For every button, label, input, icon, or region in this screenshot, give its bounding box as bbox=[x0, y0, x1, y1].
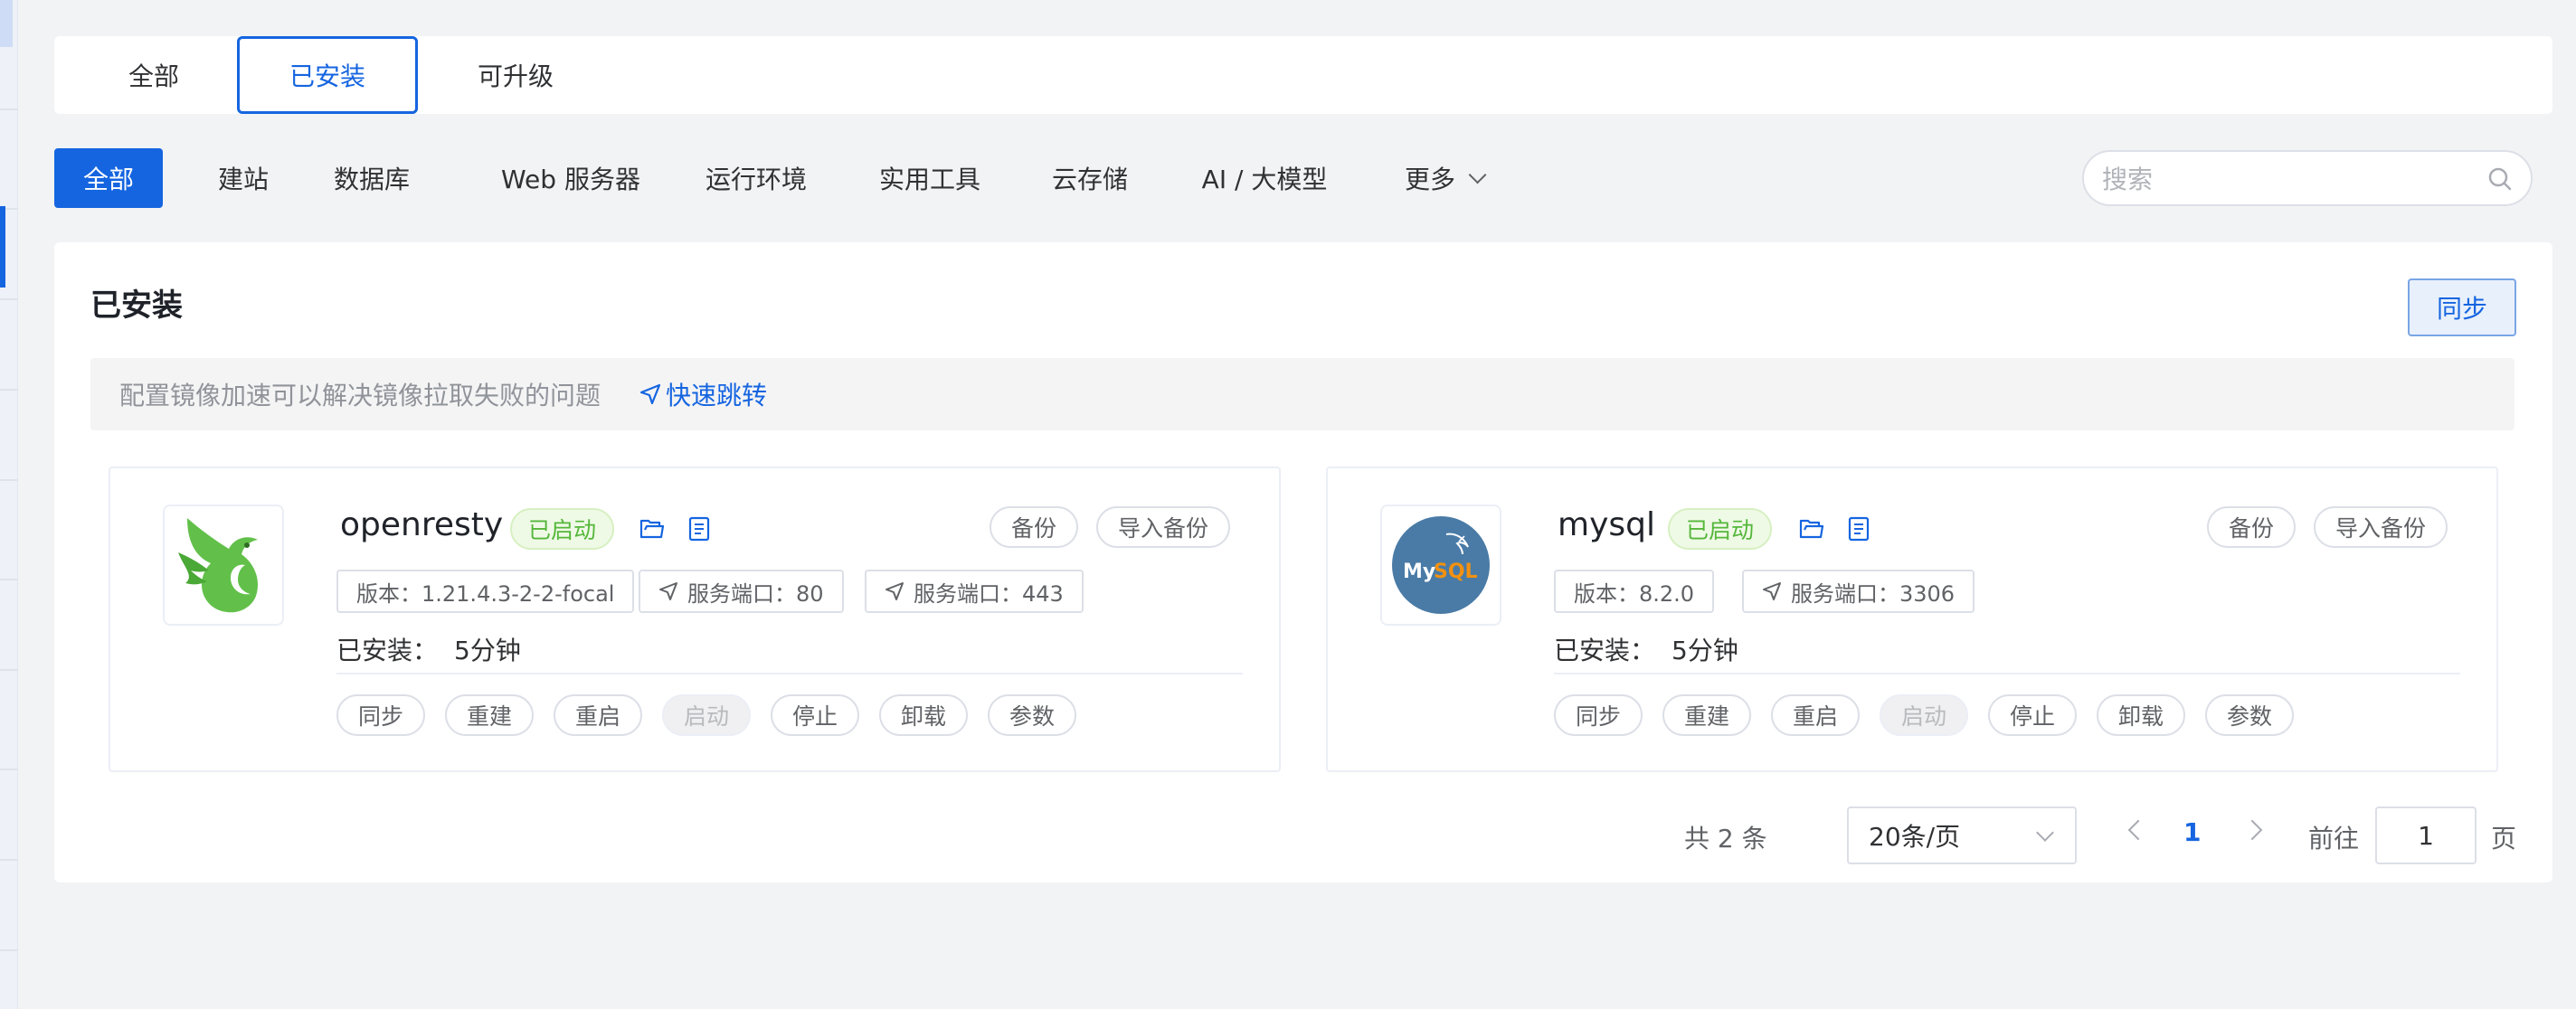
import-backup-button[interactable]: 导入备份 bbox=[2314, 506, 2448, 548]
quick-jump-link[interactable]: 快速跳转 bbox=[639, 376, 767, 412]
tab-upgradable[interactable]: 可升级 bbox=[452, 36, 579, 114]
restart-button[interactable]: 重启 bbox=[554, 694, 643, 736]
installed-label: 已安装： bbox=[336, 636, 439, 665]
rail-top-accent bbox=[0, 0, 13, 47]
sync-action-button[interactable]: 同步 bbox=[336, 694, 426, 736]
search-box bbox=[2082, 150, 2533, 206]
top-tabs: 全部 已安装 可升级 bbox=[54, 36, 2552, 114]
params-button[interactable]: 参数 bbox=[2205, 694, 2295, 736]
installed-label: 已安装： bbox=[1554, 636, 1656, 665]
rail-active-indicator bbox=[0, 206, 5, 288]
page-size-select[interactable]: 20条/页 bbox=[1847, 806, 2077, 864]
stop-button[interactable]: 停止 bbox=[1988, 694, 2078, 736]
divider bbox=[336, 673, 1243, 674]
quick-jump-label: 快速跳转 bbox=[666, 381, 768, 410]
log-document-icon[interactable] bbox=[686, 515, 713, 542]
tab-installed[interactable]: 已安装 bbox=[237, 36, 418, 114]
folder-icon[interactable] bbox=[1798, 515, 1825, 542]
openresty-bird-icon bbox=[178, 518, 259, 613]
search-icon[interactable] bbox=[2487, 166, 2513, 192]
navigation-arrow-icon bbox=[639, 383, 661, 405]
sync-action-button[interactable]: 同步 bbox=[1554, 694, 1643, 736]
left-rail bbox=[0, 0, 18, 1009]
svg-text:SQL: SQL bbox=[1434, 561, 1478, 583]
chevron-down-icon bbox=[2036, 824, 2054, 842]
category-website[interactable]: 建站 bbox=[203, 148, 284, 208]
page-number[interactable]: 1 bbox=[2183, 817, 2201, 847]
category-runtime[interactable]: 运行环境 bbox=[684, 148, 829, 208]
import-backup-button[interactable]: 导入备份 bbox=[1096, 506, 1231, 548]
search-input[interactable] bbox=[2102, 159, 2482, 199]
installed-time: 已安装： 5分钟 bbox=[336, 631, 521, 667]
uninstall-button[interactable]: 卸载 bbox=[879, 694, 969, 736]
stop-button[interactable]: 停止 bbox=[771, 694, 860, 736]
openresty-logo bbox=[163, 504, 284, 626]
log-document-icon[interactable] bbox=[1845, 515, 1872, 542]
installed-value: 5分钟 bbox=[454, 636, 521, 665]
category-more-label: 更多 bbox=[1404, 165, 1455, 194]
version-tag: 版本：1.21.4.3-2-2-focal bbox=[336, 570, 635, 613]
status-badge: 已启动 bbox=[1668, 508, 1773, 550]
navigation-arrow-icon bbox=[1763, 582, 1781, 600]
uninstall-button[interactable]: 卸载 bbox=[2097, 694, 2186, 736]
rebuild-button[interactable]: 重建 bbox=[1662, 694, 1752, 736]
port-label: 服务端口：3306 bbox=[1791, 580, 1956, 607]
category-web-server[interactable]: Web 服务器 bbox=[476, 148, 666, 208]
goto-page-input[interactable] bbox=[2375, 806, 2477, 864]
start-button[interactable]: 启动 bbox=[1880, 694, 1969, 736]
port-tag[interactable]: 服务端口：443 bbox=[865, 570, 1084, 613]
folder-icon[interactable] bbox=[639, 515, 666, 542]
category-tools[interactable]: 实用工具 bbox=[857, 148, 1002, 208]
app-name: openresty bbox=[340, 506, 504, 543]
port-tag[interactable]: 服务端口：80 bbox=[639, 570, 844, 613]
category-ai-models[interactable]: AI / 大模型 bbox=[1174, 148, 1355, 208]
sync-button[interactable]: 同步 bbox=[2408, 278, 2516, 336]
rebuild-button[interactable]: 重建 bbox=[445, 694, 535, 736]
port-label: 服务端口：80 bbox=[687, 580, 824, 607]
page-unit-label: 页 bbox=[2491, 824, 2517, 853]
category-database[interactable]: 数据库 bbox=[322, 148, 421, 208]
installed-section: 已安装 同步 配置镜像加速可以解决镜像拉取失败的问题 快速跳转 openrest… bbox=[54, 242, 2552, 882]
tab-all[interactable]: 全部 bbox=[90, 36, 217, 114]
notice-text: 配置镜像加速可以解决镜像拉取失败的问题 bbox=[119, 381, 601, 410]
page-size-value: 20条/页 bbox=[1869, 822, 1961, 852]
app-card-mysql: My SQL mysql 已启动 备份 导入备份 版本：8.2.0 服务端口：3… bbox=[1326, 467, 2498, 772]
chevron-down-icon bbox=[1468, 165, 1487, 184]
backup-button[interactable]: 备份 bbox=[990, 506, 1079, 548]
svg-text:My: My bbox=[1403, 561, 1435, 583]
mysql-dolphin-icon: My SQL bbox=[1392, 516, 1490, 614]
version-tag: 版本：8.2.0 bbox=[1554, 570, 1715, 613]
category-cloud-storage[interactable]: 云存储 bbox=[1031, 148, 1149, 208]
app-card-openresty: openresty 已启动 备份 导入备份 版本：1.21.4.3-2-2-fo… bbox=[109, 467, 1281, 772]
port-tag[interactable]: 服务端口：3306 bbox=[1742, 570, 1975, 613]
status-badge: 已启动 bbox=[510, 508, 615, 550]
category-all[interactable]: 全部 bbox=[54, 148, 163, 208]
installed-time: 已安装： 5分钟 bbox=[1554, 631, 1738, 667]
navigation-arrow-icon bbox=[659, 582, 677, 600]
mysql-logo: My SQL bbox=[1380, 504, 1501, 626]
params-button[interactable]: 参数 bbox=[988, 694, 1077, 736]
divider bbox=[1554, 673, 2460, 674]
category-more[interactable]: 更多 bbox=[1375, 148, 1511, 208]
restart-button[interactable]: 重启 bbox=[1771, 694, 1861, 736]
section-title: 已安装 bbox=[90, 288, 183, 324]
navigation-arrow-icon bbox=[886, 582, 904, 600]
backup-button[interactable]: 备份 bbox=[2207, 506, 2297, 548]
port-label: 服务端口：443 bbox=[914, 580, 1064, 607]
app-name: mysql bbox=[1558, 506, 1655, 543]
mirror-notice: 配置镜像加速可以解决镜像拉取失败的问题 快速跳转 bbox=[90, 358, 2514, 430]
installed-value: 5分钟 bbox=[1672, 636, 1738, 665]
start-button[interactable]: 启动 bbox=[662, 694, 752, 736]
pagination-total: 共 2 条 bbox=[1684, 824, 1767, 853]
goto-label: 前往 bbox=[2308, 824, 2360, 853]
